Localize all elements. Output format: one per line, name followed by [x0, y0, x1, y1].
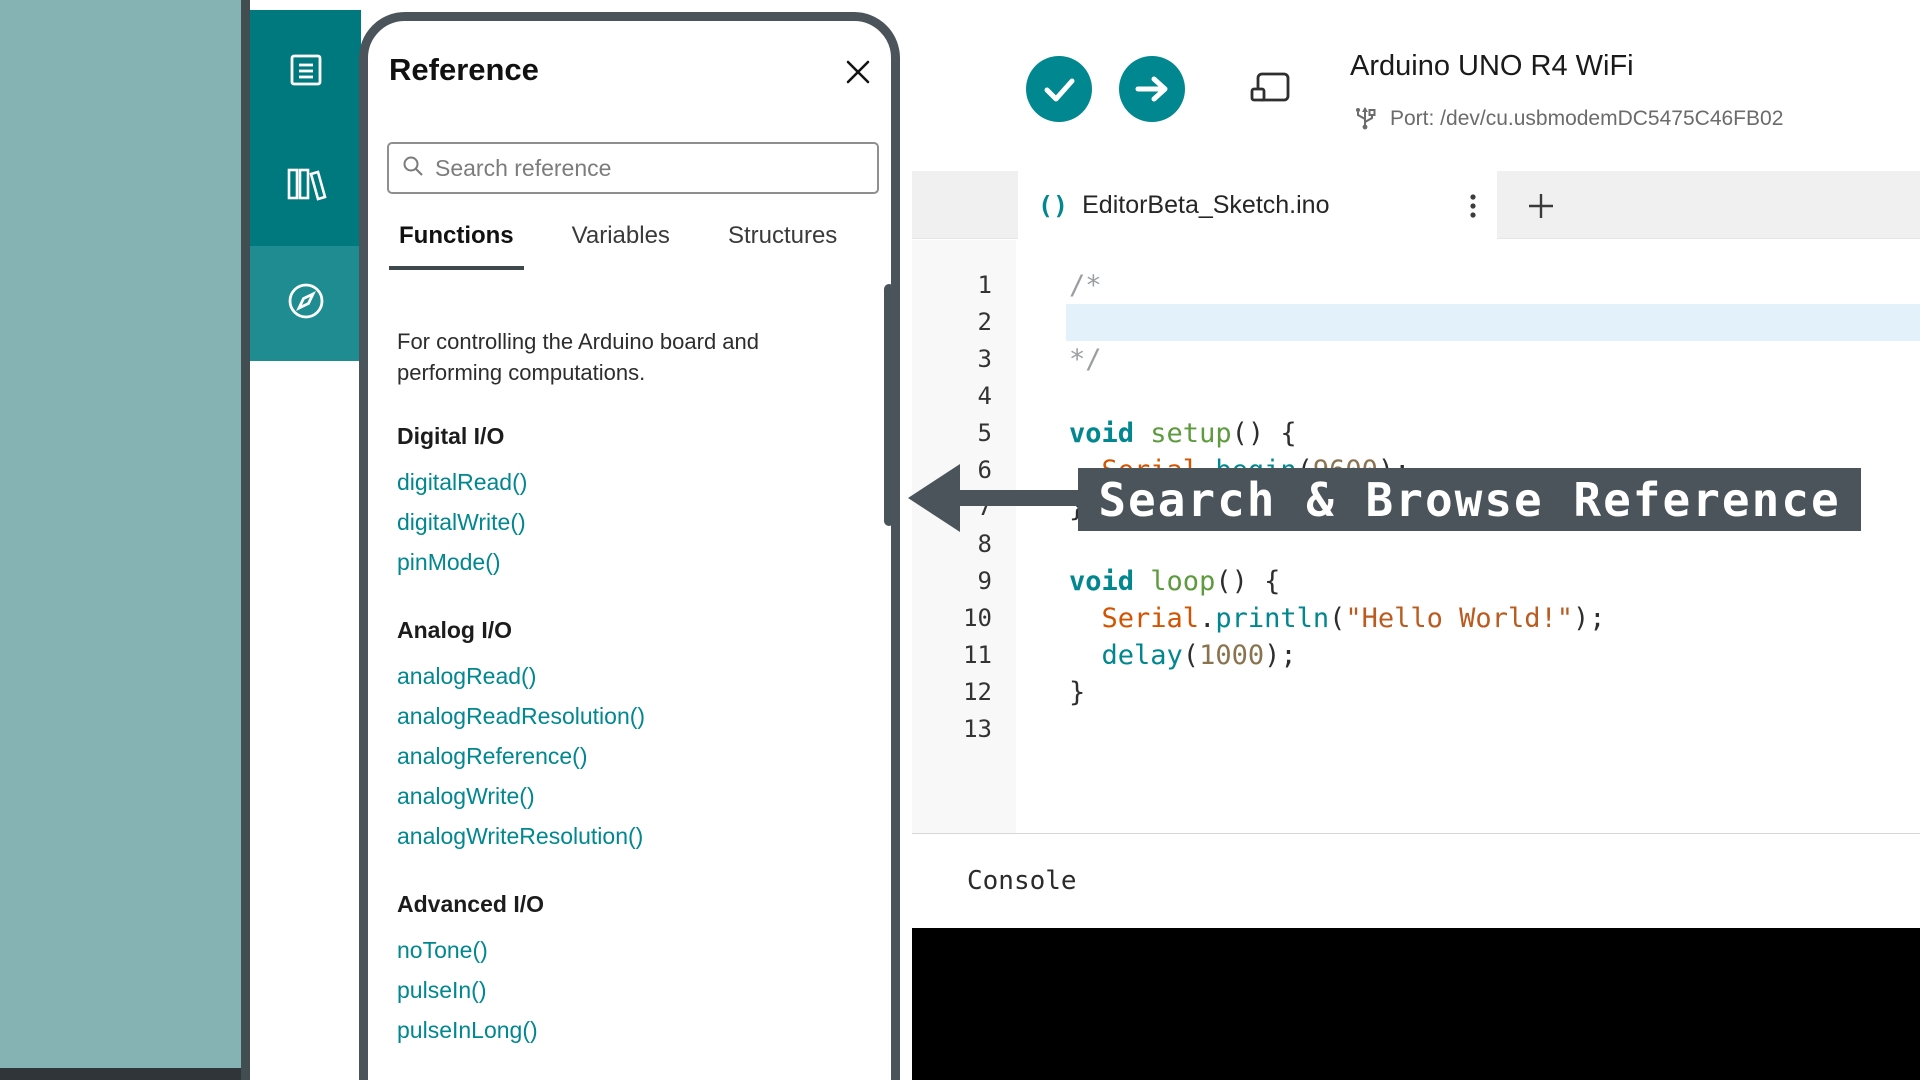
sketch-tab[interactable]: () EditorBeta_Sketch.ino	[1018, 171, 1497, 240]
reference-search-box[interactable]	[387, 142, 879, 194]
board-icon[interactable]	[1248, 67, 1294, 109]
reference-tab-structures[interactable]: Structures	[718, 222, 847, 270]
reference-panel: Reference Functions Variables Structures F…	[361, 0, 900, 1080]
sketchbook-icon	[284, 79, 328, 96]
sketch-tab-label: EditorBeta_Sketch.ino	[1082, 191, 1329, 220]
line-number: 12	[912, 674, 1016, 711]
code-line	[1016, 378, 1920, 415]
board-name[interactable]: Arduino UNO R4 WiFi	[1350, 50, 1634, 83]
new-tab-button[interactable]	[1525, 190, 1557, 222]
line-number: 10	[912, 600, 1016, 637]
line-number: 11	[912, 637, 1016, 674]
annotation-arrow-head	[908, 464, 960, 532]
code-line	[1016, 526, 1920, 563]
line-number: 1	[912, 267, 1016, 304]
line-numbers: 12345678910111213	[912, 240, 1016, 833]
editor-tabbar: () EditorBeta_Sketch.ino	[912, 171, 1920, 239]
reference-link[interactable]: analogWriteResolution()	[397, 816, 857, 856]
code-line: void loop() {	[1016, 563, 1920, 600]
line-number: 5	[912, 415, 1016, 452]
window-edge	[241, 0, 250, 1080]
code-line: delay(1000);	[1016, 637, 1920, 674]
console-output	[912, 928, 1920, 1080]
app-window: Reference Functions Variables Structures F…	[0, 0, 1920, 1080]
line-number: 2	[912, 304, 1016, 341]
library-icon	[282, 193, 330, 210]
console-header: Console	[912, 833, 1920, 928]
reference-link[interactable]: noTone()	[397, 930, 857, 970]
reference-link[interactable]: pulseIn()	[397, 970, 857, 1010]
code-line: }	[1016, 674, 1920, 711]
reference-link[interactable]: digitalWrite()	[397, 502, 857, 542]
desktop-bottom-bar	[0, 1068, 241, 1080]
reference-tab-variables[interactable]: Variables	[562, 222, 680, 270]
usb-icon	[1352, 102, 1378, 135]
reference-tabs: Functions Variables Structures	[389, 222, 847, 270]
code-line: /*	[1016, 267, 1920, 304]
line-number: 13	[912, 711, 1016, 748]
code-content: /**/void setup() { Serial.begin(9600);}v…	[1016, 240, 1920, 833]
desktop-background	[0, 0, 241, 1080]
reference-section-heading: Analog I/O	[397, 616, 857, 644]
reference-sections: Digital I/O digitalRead()digitalWrite()pi…	[397, 422, 857, 1050]
console-label: Console	[967, 866, 1077, 896]
sidebar-item-reference[interactable]	[250, 246, 361, 361]
verify-button[interactable]	[1026, 56, 1092, 122]
plus-icon	[1526, 209, 1556, 224]
port-label: Port: /dev/cu.usbmodemDC5475C46FB02	[1390, 107, 1783, 131]
reference-link[interactable]: analogRead()	[397, 656, 857, 696]
kebab-menu-icon[interactable]	[1469, 192, 1477, 220]
reference-link[interactable]: digitalRead()	[397, 462, 857, 502]
close-icon[interactable]	[842, 56, 874, 88]
line-number: 3	[912, 341, 1016, 378]
code-line: void setup() {	[1016, 415, 1920, 452]
icon-sidebar	[250, 0, 361, 1080]
sidebar-item-libraries[interactable]	[282, 162, 330, 206]
reference-link[interactable]: analogWrite()	[397, 776, 857, 816]
sketch-file-icon: ()	[1038, 191, 1068, 220]
code-line	[1016, 711, 1920, 748]
code-line: Serial.println("Hello World!");	[1016, 600, 1920, 637]
reference-link[interactable]: analogReadResolution()	[397, 696, 857, 736]
code-editor[interactable]: 12345678910111213 /**/void setup() { Ser…	[912, 240, 1920, 833]
reference-description: For controlling the Arduino board and pe…	[397, 326, 849, 388]
reference-section-heading: Advanced I/O	[397, 890, 857, 918]
upload-button[interactable]	[1119, 56, 1185, 122]
reference-body: For controlling the Arduino board and pe…	[397, 326, 857, 1050]
port-row: Port: /dev/cu.usbmodemDC5475C46FB02	[1352, 102, 1783, 135]
line-number: 4	[912, 378, 1016, 415]
reference-panel-title: Reference	[389, 52, 539, 88]
code-line: */	[1016, 341, 1920, 378]
reference-tab-functions[interactable]: Functions	[389, 222, 524, 270]
reference-compass-icon	[283, 278, 329, 329]
reference-link[interactable]: analogReference()	[397, 736, 857, 776]
sidebar-top-block	[250, 10, 361, 246]
reference-link[interactable]: pulseInLong()	[397, 1010, 857, 1050]
editor-toolbar: Arduino UNO R4 WiFi Port: /dev/cu.usbmod…	[912, 0, 1920, 171]
search-icon	[401, 154, 425, 183]
annotation-label: Search & Browse Reference	[1078, 468, 1861, 531]
line-number: 9	[912, 563, 1016, 600]
sidebar-item-sketchbook[interactable]	[284, 48, 328, 92]
code-line	[1016, 304, 1920, 341]
reference-search-input[interactable]	[435, 155, 865, 182]
reference-link[interactable]: pinMode()	[397, 542, 857, 582]
scrollbar-thumb[interactable]	[884, 284, 894, 526]
reference-section-heading: Digital I/O	[397, 422, 857, 450]
editor-area: Arduino UNO R4 WiFi Port: /dev/cu.usbmod…	[912, 0, 1920, 1080]
annotation-arrow-shaft	[950, 490, 1080, 506]
